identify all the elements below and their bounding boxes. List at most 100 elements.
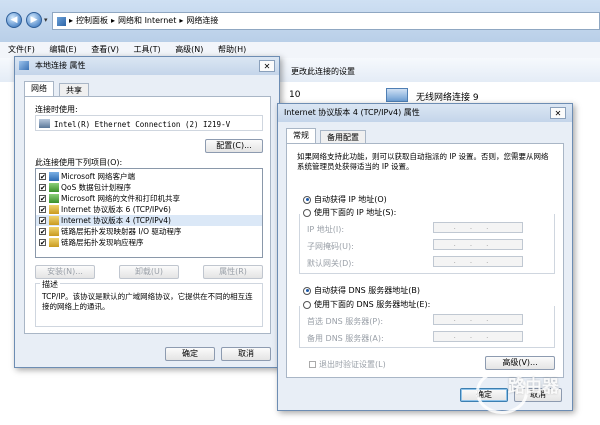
ok-button[interactable]: 确定: [165, 347, 215, 361]
list-item[interactable]: ✔ Internet 协议版本 4 (TCP/IPv4): [36, 215, 262, 226]
menu-tools[interactable]: 工具(T): [134, 45, 161, 54]
ip-address-field[interactable]: ...: [433, 222, 523, 233]
service-icon: [49, 194, 59, 203]
service-icon: [49, 183, 59, 192]
general-tab-panel: 如果网络支持此功能，则可以获取自动指派的 IP 设置。否则，您需要从网络系统管理…: [286, 143, 564, 378]
wireless-connection-icon[interactable]: [386, 88, 408, 102]
checkbox[interactable]: ✔: [39, 173, 46, 181]
tab-network[interactable]: 网络: [24, 81, 54, 97]
item-label: 链路层拓扑发现响应程序: [61, 238, 144, 247]
checkbox[interactable]: ✔: [39, 239, 46, 247]
network-icon: [19, 61, 29, 70]
item-label: Microsoft 网络的文件和打印机共享: [61, 194, 181, 203]
subnet-mask-field[interactable]: ...: [433, 239, 523, 250]
list-item[interactable]: ✔ QoS 数据包计划程序: [36, 182, 262, 193]
radio-label: 自动获得 DNS 服务器地址(B): [314, 286, 421, 295]
list-item[interactable]: ✔ Microsoft 网络的文件和打印机共享: [36, 193, 262, 204]
item-label: Microsoft 网络客户端: [61, 172, 136, 181]
description-label: 描述: [40, 279, 60, 290]
item-label: 链路层拓扑发现映射器 I/O 驱动程序: [61, 227, 182, 236]
properties-button[interactable]: 属性(R): [203, 265, 263, 279]
default-gateway-field[interactable]: ...: [433, 256, 523, 267]
item-label: Internet 协议版本 4 (TCP/IPv4): [61, 216, 171, 225]
install-button[interactable]: 安装(N)...: [35, 265, 95, 279]
validate-settings-checkbox[interactable]: 退出时验证设置(L): [309, 359, 386, 370]
menu-help[interactable]: 帮助(H): [218, 45, 246, 54]
checkbox[interactable]: ✔: [39, 217, 46, 225]
subnet-mask-label: 子网掩码(U):: [307, 242, 354, 251]
watermark-text: 路由器: [508, 377, 559, 397]
client-icon: [49, 172, 59, 181]
list-item[interactable]: ✔ 链路层拓扑发现响应程序: [36, 237, 262, 248]
alternate-dns-field[interactable]: ...: [433, 331, 523, 342]
alternate-dns-label: 备用 DNS 服务器(A):: [307, 334, 384, 343]
connection-label-partial: 10: [289, 90, 301, 100]
breadcrumb-separator: ▸: [179, 16, 184, 25]
radio-button[interactable]: [303, 195, 311, 204]
protocol-icon: [49, 227, 59, 236]
radio-button[interactable]: [303, 286, 311, 295]
control-panel-icon: [57, 16, 66, 26]
breadcrumb-separator: ▸: [111, 16, 116, 25]
components-list: ✔ Microsoft 网络客户端 ✔ QoS 数据包计划程序 ✔ Microsoft…: [35, 168, 263, 258]
ipv4-properties-dialog: Internet 协议版本 4 (TCP/IPv4) 属性 ✕ 常规 备用配置 …: [277, 103, 573, 411]
back-icon[interactable]: ◀: [6, 12, 22, 28]
breadcrumb-separator: ▸: [69, 16, 74, 25]
intro-text: 如果网络支持此功能，则可以获取自动指派的 IP 设置。否则，您需要从网络系统管理…: [297, 152, 549, 171]
item-label: QoS 数据包计划程序: [61, 183, 132, 192]
connect-using-label: 连接时使用:: [35, 105, 78, 114]
checkbox-label: 退出时验证设置(L): [319, 360, 386, 369]
checkbox[interactable]: [309, 361, 316, 368]
auto-ip-radio[interactable]: 自动获得 IP 地址(O): [303, 194, 387, 205]
address-box[interactable]: ▸ 控制面板 ▸ 网络和 Internet ▸ 网络连接: [52, 12, 600, 30]
auto-dns-radio[interactable]: 自动获得 DNS 服务器地址(B): [303, 285, 420, 296]
menu-view[interactable]: 查看(V): [91, 45, 119, 54]
checkbox[interactable]: ✔: [39, 228, 46, 236]
close-icon[interactable]: ✕: [259, 60, 275, 72]
list-item[interactable]: ✔ Internet 协议版本 6 (TCP/IPv6): [36, 204, 262, 215]
cancel-button[interactable]: 取消: [221, 347, 271, 361]
configure-button[interactable]: 配置(C)...: [205, 139, 263, 153]
breadcrumb-item-control-panel[interactable]: 控制面板: [76, 13, 108, 29]
dialog-title: 本地连接 属性: [35, 61, 86, 70]
change-settings-button[interactable]: 更改此连接的设置: [291, 66, 355, 77]
checkbox[interactable]: ✔: [39, 195, 46, 203]
tab-alternate-config[interactable]: 备用配置: [320, 130, 366, 144]
breadcrumb-item-network-internet[interactable]: 网络和 Internet: [118, 13, 176, 29]
uninstall-button[interactable]: 卸载(U): [119, 265, 179, 279]
description-group: 描述 TCP/IP。该协议是默认的广域网络协议，它提供在不同的相互连接的网络上的…: [35, 279, 263, 327]
radio-label: 自动获得 IP 地址(O): [314, 195, 387, 204]
adapter-icon: [39, 119, 50, 128]
item-label: Internet 协议版本 6 (TCP/IPv6): [61, 205, 171, 214]
description-text: TCP/IP。该协议是默认的广域网络协议，它提供在不同的相互连接的网络上的通讯。: [42, 292, 253, 311]
dialog-title: Internet 协议版本 4 (TCP/IPv4) 属性: [284, 108, 420, 117]
tab-general[interactable]: 常规: [286, 128, 316, 144]
local-connection-properties-dialog: 本地连接 属性 ✕ 网络 共享 连接时使用: Intel(R) Ethernet…: [14, 56, 280, 368]
items-label: 此连接使用下列项目(O):: [35, 158, 123, 167]
adapter-box: Intel(R) Ethernet Connection (2) I219-V: [35, 115, 263, 131]
forward-icon[interactable]: ▶: [26, 12, 42, 28]
list-item[interactable]: ✔ 链路层拓扑发现映射器 I/O 驱动程序: [36, 226, 262, 237]
history-chevron-icon[interactable]: ▾: [44, 16, 48, 24]
address-bar-area: ◀ ▶ ▾ ▸ 控制面板 ▸ 网络和 Internet ▸ 网络连接: [0, 0, 600, 42]
preferred-dns-label: 首选 DNS 服务器(P):: [307, 317, 384, 326]
adapter-name: Intel(R) Ethernet Connection (2) I219-V: [54, 120, 231, 129]
dialog-title-bar: 本地连接 属性: [15, 57, 279, 75]
list-item[interactable]: ✔ Microsoft 网络客户端: [36, 171, 262, 182]
tab-sharing[interactable]: 共享: [59, 83, 89, 97]
menu-edit[interactable]: 编辑(E): [49, 45, 76, 54]
preferred-dns-field[interactable]: ...: [433, 314, 523, 325]
menu-advanced[interactable]: 高级(N): [175, 45, 203, 54]
protocol-icon: [49, 205, 59, 214]
protocol-icon: [49, 216, 59, 225]
checkbox[interactable]: ✔: [39, 184, 46, 192]
close-icon[interactable]: ✕: [550, 107, 566, 119]
checkbox[interactable]: ✔: [39, 206, 46, 214]
default-gateway-label: 默认网关(D):: [307, 259, 355, 268]
wireless-connection-label[interactable]: 无线网络连接 9: [416, 90, 479, 103]
menu-file[interactable]: 文件(F): [8, 45, 35, 54]
protocol-icon: [49, 238, 59, 247]
advanced-button[interactable]: 高级(V)...: [485, 356, 555, 370]
dialog-title-bar: Internet 协议版本 4 (TCP/IPv4) 属性: [278, 104, 572, 122]
breadcrumb-item-network-connections[interactable]: 网络连接: [186, 13, 218, 29]
